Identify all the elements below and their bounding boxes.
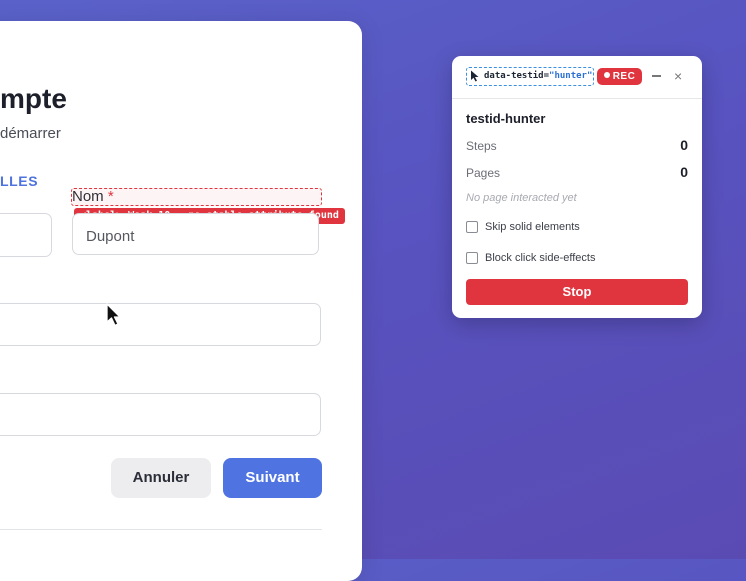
steps-label: Steps	[466, 139, 497, 153]
nom-input-value: Dupont	[86, 228, 135, 245]
panel-title: testid-hunter	[466, 111, 546, 126]
block-side-effects-checkbox[interactable]	[466, 252, 478, 264]
form-subtitle: démarrer	[0, 125, 61, 142]
skip-solid-checkbox[interactable]	[466, 221, 478, 233]
email-input[interactable]	[0, 303, 321, 346]
record-dot-icon	[603, 72, 610, 78]
empty-state-note: No page interacted yet	[466, 192, 577, 204]
next-button[interactable]: Suivant	[223, 458, 322, 498]
form-divider	[0, 529, 322, 530]
selector-attr: data-testid=	[484, 71, 550, 81]
nom-input[interactable]: Dupont	[72, 213, 319, 255]
minimize-icon[interactable]	[652, 75, 661, 77]
element-highlight-box	[71, 188, 322, 206]
selector-code: data-testid="hunter"	[484, 71, 592, 81]
selector-picker-button[interactable]: data-testid="hunter"	[466, 67, 594, 86]
selector-value: "hunter"	[549, 71, 593, 81]
stop-button[interactable]: Stop	[466, 279, 688, 305]
first-name-input[interactable]	[0, 213, 52, 257]
mouse-pointer-icon	[106, 303, 121, 327]
steps-count: 0	[680, 137, 688, 153]
recording-badge: REC	[597, 68, 642, 85]
pages-label: Pages	[466, 166, 501, 180]
testid-hunter-panel: data-testid="hunter" REC × testid-hunter…	[452, 56, 702, 318]
form-title: mpte	[0, 83, 67, 114]
cancel-button[interactable]: Annuler	[111, 458, 211, 498]
rec-label: REC	[612, 71, 636, 82]
pointer-icon	[471, 70, 479, 82]
panel-header: data-testid="hunter" REC ×	[452, 56, 702, 99]
close-icon[interactable]: ×	[674, 68, 682, 84]
pages-count: 0	[680, 164, 688, 180]
section-heading: LLES	[0, 173, 39, 189]
skip-solid-label[interactable]: Skip solid elements	[485, 221, 580, 233]
password-input[interactable]	[0, 393, 321, 436]
block-side-effects-label[interactable]: Block click side-effects	[485, 252, 595, 264]
